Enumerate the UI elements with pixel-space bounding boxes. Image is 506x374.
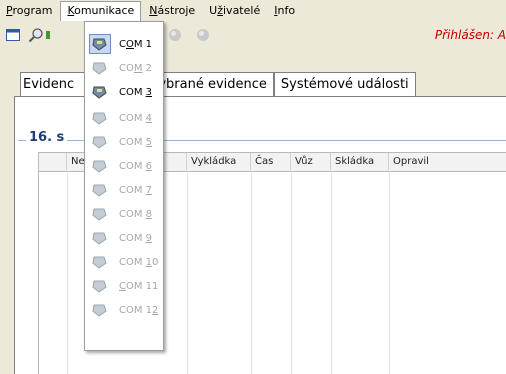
menu-item-com2[interactable]: COM 2 xyxy=(87,56,161,80)
serial-port-icon xyxy=(89,82,111,102)
grid-column-line xyxy=(389,171,390,374)
grid-column-line xyxy=(251,171,252,374)
serial-port-icon xyxy=(89,204,111,224)
serial-port-icon xyxy=(89,58,111,78)
menu-info[interactable]: Info xyxy=(268,1,301,21)
tab-strip: Evidenc l Vybrané evidence Systémové udá… xyxy=(20,72,416,97)
komunikace-dropdown-menu: COM 1 COM 2 COM 3 COM 4 COM 5 COM 6 COM … xyxy=(84,21,164,351)
serial-port-icon xyxy=(89,34,111,54)
grid-column-line xyxy=(187,171,188,374)
search-icon[interactable] xyxy=(26,25,46,45)
grid-column-line xyxy=(67,171,68,374)
menu-item-com6[interactable]: COM 6 xyxy=(87,154,161,178)
serial-port-icon xyxy=(89,180,111,200)
grid-row-header xyxy=(39,153,67,171)
grid-column-header[interactable]: Vůz xyxy=(291,153,331,171)
disabled-circle-icon[interactable] xyxy=(165,25,185,45)
menu-item-com12[interactable]: COM 12 xyxy=(87,298,161,322)
group-title: 16. s xyxy=(26,130,68,145)
toolbar: Přihlášen: A xyxy=(0,22,506,48)
menu-item-com5[interactable]: COM 5 xyxy=(87,130,161,154)
serial-port-icon xyxy=(89,108,111,128)
grid-column-header[interactable]: Opravil xyxy=(389,153,506,171)
menu-item-com9[interactable]: COM 9 xyxy=(87,226,161,250)
menu-item-com10[interactable]: COM 10 xyxy=(87,250,161,274)
serial-port-icon xyxy=(89,132,111,152)
menu-komunikace[interactable]: Komunikace xyxy=(60,1,142,21)
menu-program[interactable]: Program xyxy=(0,1,58,21)
menu-uzivatele[interactable]: Uživatelé xyxy=(203,1,266,21)
grid-column-header[interactable]: Skládka xyxy=(331,153,389,171)
serial-port-icon xyxy=(89,252,111,272)
disabled-circle-icon[interactable] xyxy=(193,25,213,45)
menu-item-com4[interactable]: COM 4 xyxy=(87,106,161,130)
menu-item-com8[interactable]: COM 8 xyxy=(87,202,161,226)
tab-systemove-udalosti[interactable]: Systémové události xyxy=(273,72,416,97)
menu-bar: Program Komunikace Nástroje Uživatelé In… xyxy=(0,0,506,22)
menu-item-com3[interactable]: COM 3 xyxy=(87,80,161,104)
application-window: Program Komunikace Nástroje Uživatelé In… xyxy=(0,0,506,374)
window-icon[interactable] xyxy=(3,25,23,45)
menu-nastroje[interactable]: Nástroje xyxy=(143,1,201,21)
grid-column-header[interactable]: Vykládka xyxy=(187,153,251,171)
grid-column-header[interactable]: Čas xyxy=(251,153,291,171)
menu-item-com1[interactable]: COM 1 xyxy=(87,32,161,56)
serial-port-icon xyxy=(89,276,111,296)
menu-item-com7[interactable]: COM 7 xyxy=(87,178,161,202)
menu-item-com11[interactable]: COM 11 xyxy=(87,274,161,298)
login-status: Přihlášen: A xyxy=(434,28,506,42)
grid-column-line xyxy=(331,171,332,374)
serial-port-icon xyxy=(89,228,111,248)
grid-column-line xyxy=(291,171,292,374)
green-tool-icon[interactable] xyxy=(46,25,52,45)
serial-port-icon xyxy=(89,300,111,320)
serial-port-icon xyxy=(89,156,111,176)
